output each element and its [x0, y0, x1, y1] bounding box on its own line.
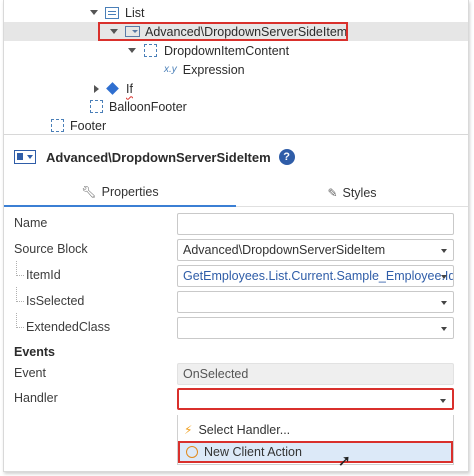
- panel-header: Advanced\DropdownServerSideItem ?: [14, 147, 295, 167]
- tree-node-label: DropdownItemContent: [164, 43, 290, 58]
- placeholder-icon: [144, 44, 157, 57]
- property-row-handler: Handler: [4, 388, 468, 410]
- tree-node-label: List: [125, 5, 145, 20]
- dropdown-widget-icon: [14, 150, 36, 164]
- lightning-icon: ⚡︎: [184, 423, 193, 437]
- property-label: Handler: [14, 391, 58, 405]
- tree-node-label: Expression: [182, 62, 245, 77]
- tree-node-list[interactable]: List: [90, 3, 144, 22]
- property-label: Name: [14, 216, 48, 230]
- brush-icon: ✎: [327, 185, 338, 200]
- tree-guide-line: [16, 313, 24, 328]
- property-row-is-selected: IsSelected: [4, 287, 468, 313]
- handler-dropdown-list: ⚡︎ Select Handler... New Client Action ➚: [177, 415, 454, 470]
- property-row-extended-class: ExtendedClass: [4, 313, 468, 339]
- option-label: Select Handler...: [198, 423, 291, 437]
- app-window: List Advanced\DropdownServerSideItem Dro…: [3, 0, 469, 472]
- tree-node-if[interactable]: If: [94, 79, 133, 98]
- tree-guide-line: [16, 261, 24, 276]
- properties-panel: Advanced\DropdownServerSideItem ? 🔧︎ Pro…: [4, 134, 468, 471]
- property-row-item-id: ItemId GetEmployees.List.Current.Sample_…: [4, 261, 468, 287]
- tree-node-label: Footer: [70, 118, 107, 133]
- placeholder-icon: [51, 119, 64, 132]
- widget-tree: List Advanced\DropdownServerSideItem Dro…: [4, 0, 468, 135]
- name-input[interactable]: [177, 213, 454, 235]
- option-new-client-action[interactable]: New Client Action ➚: [178, 441, 453, 470]
- property-row-name: Name: [4, 213, 468, 235]
- tree-node-footer[interactable]: Footer: [51, 116, 106, 135]
- chevron-down-icon: [441, 327, 447, 331]
- expand-arrow-icon[interactable]: [128, 48, 136, 53]
- chevron-down-icon: [441, 249, 447, 253]
- select-value: GetEmployees.List.Current.Sample_Employe…: [183, 269, 454, 283]
- chevron-down-icon: [441, 275, 447, 279]
- panel-title: Advanced\DropdownServerSideItem: [46, 149, 271, 165]
- circle-icon: [186, 446, 198, 458]
- tab-label: Styles: [342, 185, 377, 200]
- expression-icon: x.y: [164, 64, 177, 75]
- expand-arrow-icon[interactable]: [90, 10, 98, 15]
- placeholder-icon: [90, 100, 103, 113]
- help-icon[interactable]: ?: [278, 149, 295, 165]
- property-row-source-block: Source Block Advanced\DropdownServerSide…: [4, 239, 468, 261]
- extended-class-select[interactable]: [177, 317, 454, 339]
- select-value: Advanced\DropdownServerSideItem: [183, 243, 386, 257]
- event-field: OnSelected: [177, 363, 454, 385]
- handler-select[interactable]: [177, 388, 454, 410]
- option-select-handler[interactable]: ⚡︎ Select Handler...: [178, 419, 453, 441]
- tree-node-label: BalloonFooter: [109, 99, 187, 114]
- property-label: ExtendedClass: [26, 320, 111, 334]
- property-label: IsSelected: [26, 294, 85, 308]
- if-icon: [106, 82, 119, 95]
- tab-styles[interactable]: ✎ Styles: [236, 179, 468, 207]
- section-heading-events: Events: [14, 345, 55, 359]
- tab-properties[interactable]: 🔧︎ Properties: [4, 179, 236, 207]
- wrench-icon: 🔧︎: [81, 185, 97, 199]
- source-block-select[interactable]: Advanced\DropdownServerSideItem: [177, 239, 454, 261]
- tree-node-expression[interactable]: x.y Expression: [164, 60, 245, 79]
- tree-node-balloon-footer[interactable]: BalloonFooter: [90, 97, 187, 116]
- selection-highlight-box: [98, 22, 348, 41]
- property-label: Event: [14, 366, 46, 380]
- tab-label: Properties: [101, 185, 159, 199]
- property-label: Source Block: [14, 242, 88, 256]
- option-label: New Client Action: [204, 445, 302, 459]
- tree-node-dropdown-item-content[interactable]: DropdownItemContent: [128, 41, 289, 60]
- property-label: ItemId: [26, 268, 61, 282]
- chevron-down-icon: [440, 399, 446, 403]
- chevron-down-icon: [441, 301, 447, 305]
- tree-guide-line: [16, 287, 24, 302]
- mouse-cursor-icon: ➚: [337, 453, 351, 470]
- tree-node-label: If: [126, 81, 133, 96]
- list-icon: [105, 6, 119, 19]
- panel-tabs: 🔧︎ Properties ✎ Styles: [4, 179, 468, 207]
- item-id-select[interactable]: GetEmployees.List.Current.Sample_Employe…: [177, 265, 454, 287]
- collapse-arrow-icon[interactable]: [94, 84, 99, 93]
- is-selected-select[interactable]: [177, 291, 454, 313]
- property-row-event: Event OnSelected: [4, 363, 468, 385]
